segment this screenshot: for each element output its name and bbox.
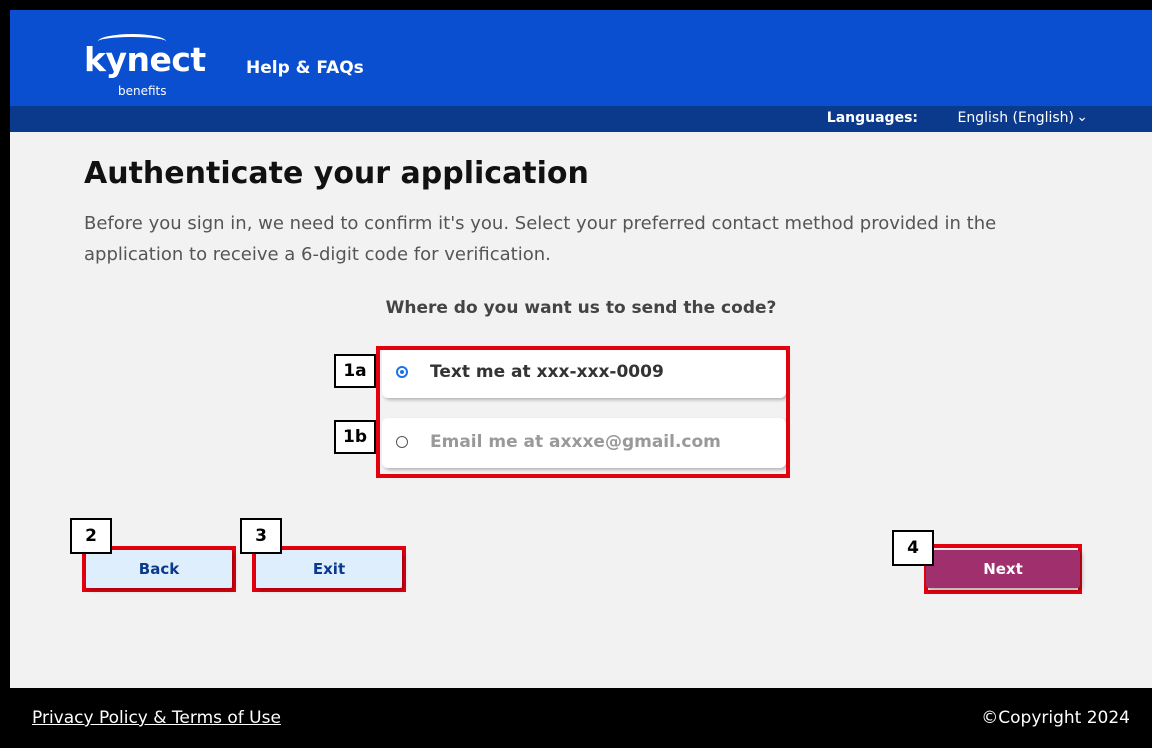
site-footer: Privacy Policy & Terms of Use ©Copyright…: [10, 688, 1152, 748]
callout-1b: 1b: [334, 420, 376, 454]
privacy-terms-link[interactable]: Privacy Policy & Terms of Use: [32, 708, 281, 728]
highlight-options: [376, 346, 790, 478]
copyright-text: ©Copyright 2024: [981, 708, 1130, 728]
callout-4: 4: [892, 530, 934, 566]
language-bar: Languages: English (English) ⌄: [10, 106, 1152, 132]
chevron-down-icon[interactable]: ⌄: [1076, 109, 1088, 125]
help-faqs-link[interactable]: Help & FAQs: [246, 58, 364, 78]
site-header: kynect benefits Help & FAQs: [10, 10, 1152, 106]
callout-3: 3: [240, 518, 282, 554]
send-code-question: Where do you want us to send the code?: [385, 298, 777, 318]
language-select[interactable]: English (English): [958, 110, 1074, 126]
exit-button[interactable]: Exit: [256, 550, 402, 588]
next-button[interactable]: Next: [926, 550, 1080, 588]
logo-text: kynect: [84, 40, 206, 79]
callout-1a: 1a: [334, 354, 376, 388]
page-description: Before you sign in, we need to confirm i…: [84, 213, 997, 265]
languages-label: Languages:: [826, 110, 918, 126]
page-title: Authenticate your application: [84, 156, 589, 191]
logo-subtext: benefits: [118, 84, 167, 98]
main-content: Authenticate your application Before you…: [10, 132, 1152, 688]
kynect-logo[interactable]: kynect benefits: [80, 32, 210, 102]
callout-2: 2: [70, 518, 112, 554]
back-button[interactable]: Back: [86, 550, 232, 588]
